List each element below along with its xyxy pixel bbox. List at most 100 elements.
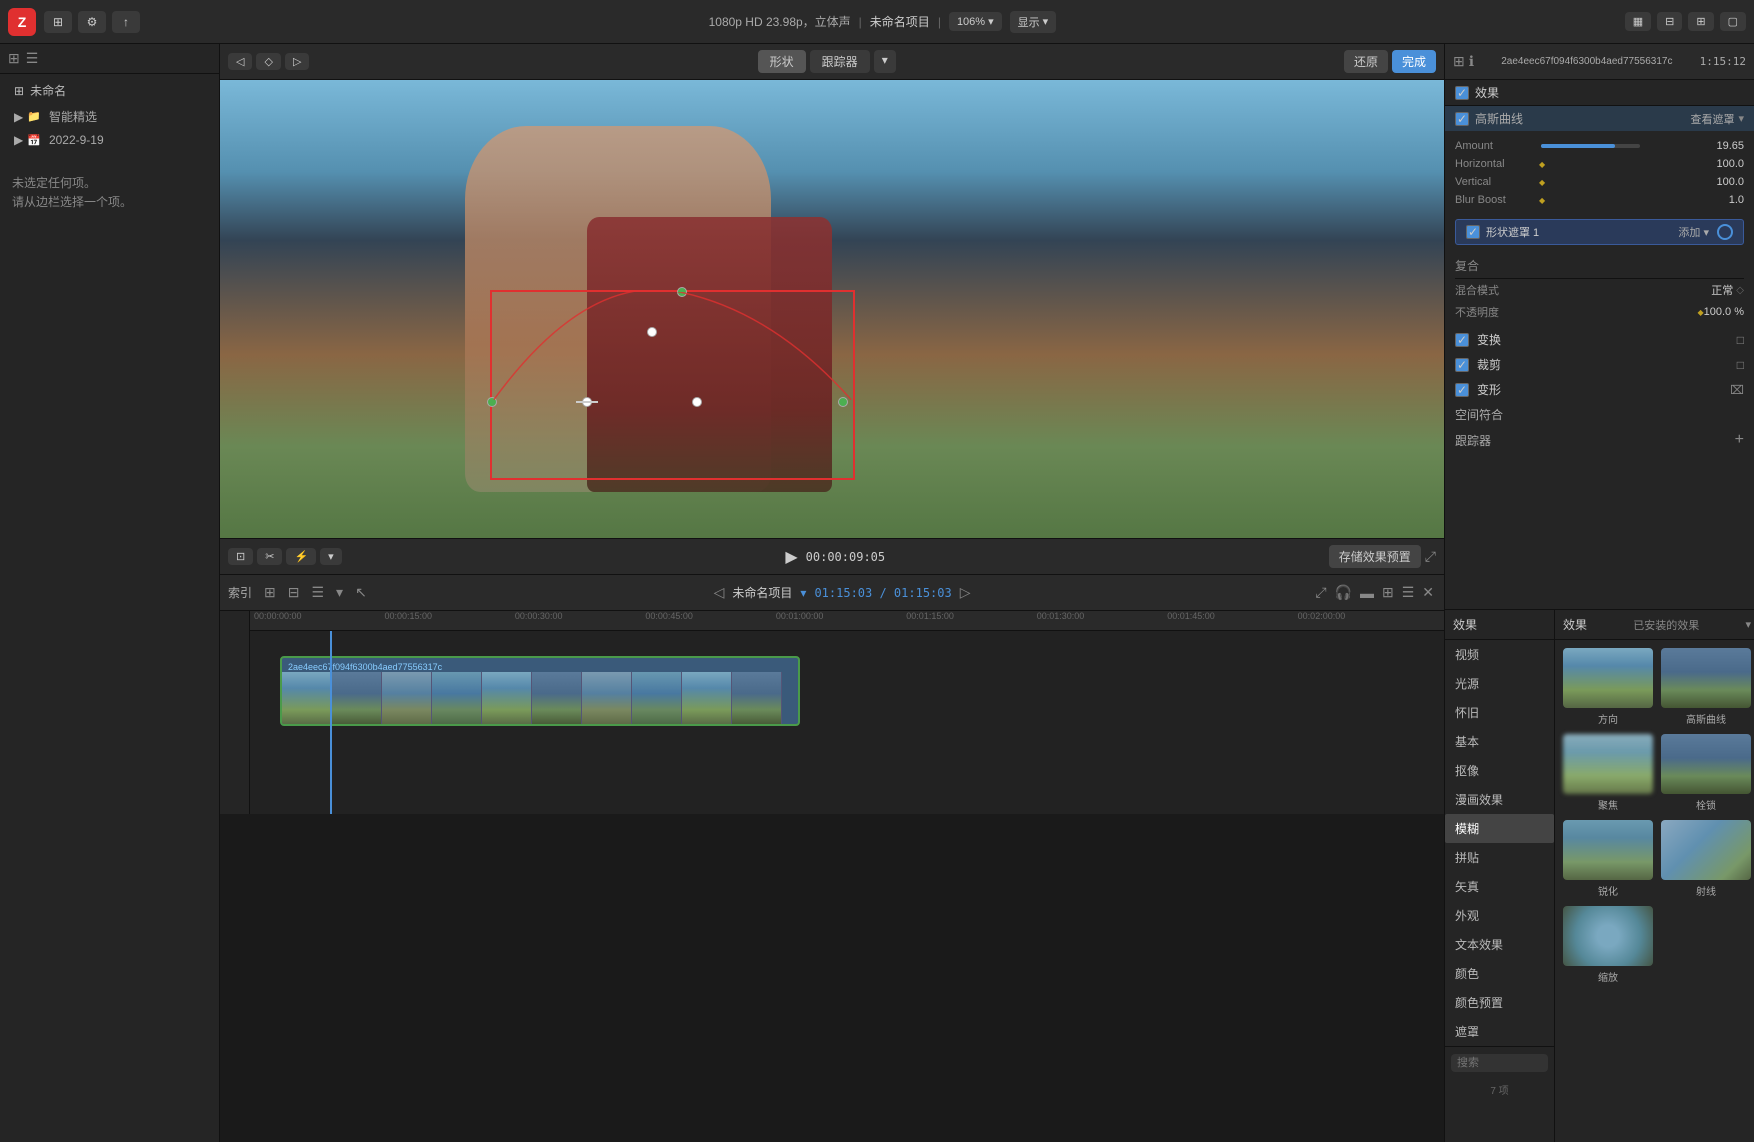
top-btn-4[interactable]: ▢ [1720, 12, 1746, 31]
fullscreen-icon[interactable]: ⤢ [1425, 548, 1436, 565]
timeline-time-display: 01:15:03 / 01:15:03 [814, 586, 951, 600]
mark-btn[interactable]: ◇ [256, 53, 280, 70]
speed-icon[interactable]: ⚡ [286, 548, 316, 565]
top-btn-3[interactable]: ⊞ [1688, 12, 1713, 31]
library-icon[interactable]: ⊞ [44, 11, 72, 33]
effect-item-direction[interactable]: 方向 [1563, 648, 1653, 726]
audio-icon[interactable]: 🎧 [1333, 582, 1354, 603]
close-timeline-icon[interactable]: ✕ [1420, 582, 1436, 603]
snap-icon[interactable]: ⤢ [1313, 582, 1328, 603]
crop-expand-icon[interactable]: □ [1737, 358, 1744, 372]
zoom-btn[interactable]: 106% ▾ [949, 12, 1002, 31]
transform-expand-icon[interactable]: □ [1737, 333, 1744, 347]
category-portrait[interactable]: 抠像 [1445, 756, 1554, 785]
settings-icon[interactable]: ⚙ [78, 11, 106, 33]
gaussian-enabled[interactable]: ✓ [1455, 112, 1469, 126]
category-light[interactable]: 光源 [1445, 669, 1554, 698]
play-button[interactable]: ▶ [785, 547, 797, 567]
inspector-nav-1[interactable]: ⊞ [1453, 53, 1465, 70]
selection-box[interactable] [490, 290, 855, 480]
control-point-left[interactable] [487, 397, 497, 407]
top-btn-1[interactable]: ▦ [1625, 12, 1651, 31]
effect-item-zoom[interactable]: 缩放 [1563, 906, 1653, 984]
effects-search-input[interactable] [1451, 1054, 1548, 1072]
effect-item-lock[interactable]: 栓锁 [1661, 734, 1751, 812]
effect-section-header[interactable]: ✓ 效果 [1445, 80, 1754, 106]
category-video[interactable]: 视频 [1445, 640, 1554, 669]
inspector-nav-2[interactable]: ℹ [1469, 53, 1474, 70]
transform-icon[interactable]: ✂ [257, 548, 282, 565]
effects-row-3: 锐化 射线 [1563, 820, 1751, 898]
timeline-icon-r4[interactable]: ⊞ [1380, 582, 1396, 603]
effect-checkbox[interactable]: ✓ [1455, 86, 1469, 100]
export-icon[interactable]: ⊟ [284, 582, 304, 603]
crop-icon[interactable]: ⊡ [228, 548, 253, 565]
control-point-mid[interactable] [647, 327, 657, 337]
mask-circle-icon [1717, 224, 1733, 240]
distort-expand-icon[interactable]: ⌧ [1730, 383, 1744, 397]
mask-checkbox[interactable]: ✓ [1466, 225, 1480, 239]
effects-categories: 效果 视频 光源 怀旧 基本 抠像 漫画效果 模糊 拼贴 矢真 外观 文本效果 … [1445, 610, 1555, 1142]
category-look[interactable]: 外观 [1445, 901, 1554, 930]
top-btn-2[interactable]: ⊟ [1657, 12, 1682, 31]
gaussian-label: 高斯曲线 [1475, 110, 1690, 127]
mask-add-btn[interactable]: 添加 ▾ [1678, 224, 1709, 240]
next-btn[interactable]: ▷ [960, 584, 971, 601]
category-vector[interactable]: 矢真 [1445, 872, 1554, 901]
effect-item-focus[interactable]: 聚焦 [1563, 734, 1653, 812]
category-basic[interactable]: 基本 [1445, 727, 1554, 756]
grid-view-icon[interactable]: ⊞ [8, 50, 20, 67]
timeline-icon-r5[interactable]: ☰ [1400, 582, 1417, 603]
control-point-far-right[interactable] [838, 397, 848, 407]
prev-frame-btn[interactable]: ◁ [228, 53, 252, 70]
control-point-right[interactable] [692, 397, 702, 407]
category-blur[interactable]: 模糊 [1445, 814, 1554, 843]
more-icon[interactable]: ▾ [320, 548, 342, 565]
effects-sort-icon[interactable]: ▾ [1745, 618, 1751, 631]
effect-item-ray[interactable]: 射线 [1661, 820, 1751, 898]
done-btn[interactable]: 完成 [1392, 50, 1436, 73]
prev-btn[interactable]: ◁ [714, 584, 725, 601]
control-point-center[interactable] [582, 397, 592, 407]
effect-thumb-zoom [1563, 906, 1653, 966]
gaussian-dropdown[interactable]: ▾ [1738, 112, 1744, 125]
effect-item-sharpen[interactable]: 锐化 [1563, 820, 1653, 898]
import-icon[interactable]: ⊞ [260, 582, 280, 603]
blend-mode-arrow[interactable]: ◇ [1736, 285, 1744, 296]
sidebar-smart-header[interactable]: ▶ 📁 智能精选 [8, 105, 211, 128]
save-preset-btn[interactable]: 存储效果预置 [1329, 545, 1421, 568]
list-view-icon[interactable]: ☰ [26, 50, 39, 67]
category-color-preset[interactable]: 颜色预置 [1445, 988, 1554, 1017]
selection-icon[interactable]: ↖ [351, 582, 371, 603]
timeline-icon-4[interactable]: ▾ [332, 582, 347, 603]
video-clip[interactable]: 2ae4eec67f094f6300b4aed77556317c [280, 656, 800, 726]
next-frame-btn[interactable]: ▷ [285, 53, 309, 70]
sidebar-date-header[interactable]: ▶ 📅 2022-9-19 [8, 130, 211, 150]
amount-slider[interactable] [1541, 144, 1640, 148]
transform-checkbox[interactable]: ✓ [1455, 333, 1469, 347]
crop-checkbox[interactable]: ✓ [1455, 358, 1469, 372]
category-mosaic[interactable]: 拼贴 [1445, 843, 1554, 872]
restore-btn[interactable]: 还原 [1344, 50, 1388, 73]
distort-checkbox[interactable]: ✓ [1455, 383, 1469, 397]
category-comic[interactable]: 漫画效果 [1445, 785, 1554, 814]
control-point-top-right[interactable] [677, 287, 687, 297]
share-icon[interactable]: ↑ [112, 11, 140, 33]
category-text[interactable]: 文本效果 [1445, 930, 1554, 959]
category-retro[interactable]: 怀旧 [1445, 698, 1554, 727]
filter-icon[interactable]: ☰ [307, 582, 328, 603]
video-icon[interactable]: ▬ [1358, 583, 1376, 603]
crop-label: 裁剪 [1477, 356, 1737, 373]
timeline-cursor[interactable] [330, 631, 332, 814]
inspector-panel: ✓ 效果 ✓ 高斯曲线 查看遮罩 ▾ Amount 19.65 [1445, 80, 1754, 610]
tracker-plus-btn[interactable]: + [1735, 431, 1744, 449]
spatial-row: 空间符合 [1445, 402, 1754, 427]
display-btn[interactable]: 显示 ▾ [1010, 11, 1057, 33]
effect-item-gaussian[interactable]: 高斯曲线 [1661, 648, 1751, 726]
sidebar-item-unnamed[interactable]: ⊞ 未命名 [8, 78, 211, 103]
tracker-dropdown[interactable]: ▾ [874, 50, 896, 73]
category-color[interactable]: 颜色 [1445, 959, 1554, 988]
tab-tracker[interactable]: 跟踪器 [810, 50, 870, 73]
tab-shape[interactable]: 形状 [758, 50, 806, 73]
category-mask[interactable]: 遮罩 [1445, 1017, 1554, 1046]
